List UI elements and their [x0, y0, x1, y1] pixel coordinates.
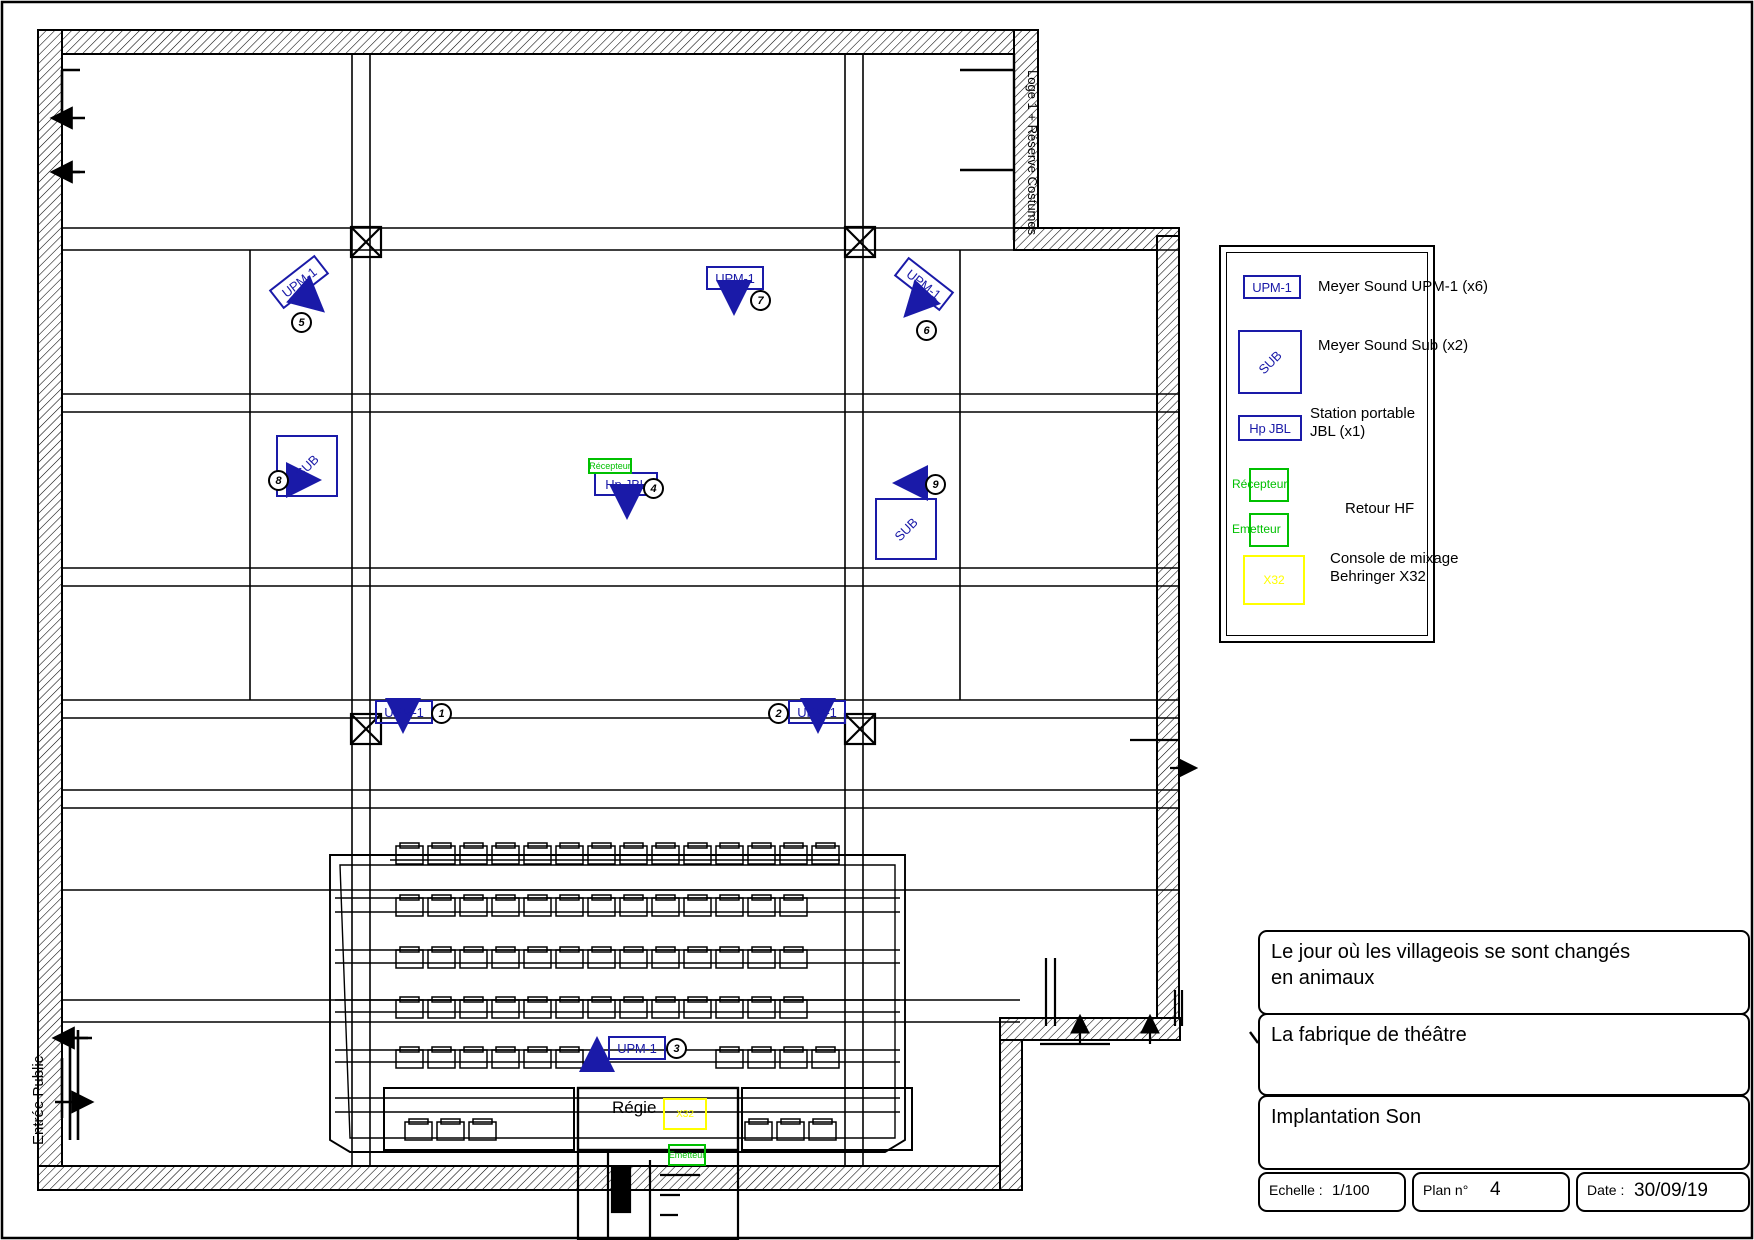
marker-label: X32 — [676, 1108, 694, 1120]
marker-hf-transmitter[interactable]: Emetteur — [668, 1144, 706, 1166]
plan-value: 4 — [1490, 1179, 1501, 1200]
marker-number-upm-center-upper: 7 — [750, 290, 771, 311]
marker-label: Hp JBL — [605, 476, 647, 492]
marker-label: UPM-1 — [617, 1040, 657, 1056]
legend-symbol-label: Hp JBL — [1249, 420, 1291, 436]
legend-symbol-label: X32 — [1263, 573, 1285, 587]
drawing-title-text: Implantation Son — [1271, 1106, 1422, 1128]
legend-symbol-sub: SUB — [1238, 330, 1302, 394]
seat-row-1 — [395, 842, 840, 865]
marker-hf-receiver[interactable]: Récepteur — [588, 458, 632, 474]
marker-console-x32[interactable]: X32 — [663, 1098, 707, 1130]
backstage-openings — [960, 54, 1016, 240]
legend-label-sub: Meyer Sound Sub (x2) — [1318, 337, 1469, 354]
loge-reserve-label: Loge 1 + Réserve Costumes — [1025, 70, 1040, 236]
titleblock-company: La fabrique de théâtre — [1258, 1013, 1750, 1096]
marker-upm-house[interactable]: UPM-1 — [608, 1036, 666, 1060]
marker-sub-right[interactable]: SUB — [875, 498, 937, 560]
legend-symbol-label: UPM-1 — [1252, 279, 1292, 295]
marker-number-upm-right-upper: 6 — [916, 320, 937, 341]
titleblock-drawing-title: Implantation Son — [1258, 1095, 1750, 1170]
legend-symbol-label: SUB — [1255, 347, 1285, 377]
titleblock-scale: Echelle : 1/100 — [1258, 1172, 1406, 1212]
scale-value: 1/100 — [1332, 1182, 1370, 1199]
titleblock-production: Le jour où les villageois se sont changé… — [1258, 930, 1750, 1015]
building-walls — [37, 29, 1181, 1191]
legend-label-transmitter: Emetteur — [1232, 522, 1281, 536]
scale-label: Echelle : — [1269, 1182, 1323, 1198]
plan-label: Plan n° — [1423, 1182, 1469, 1198]
marker-label: UPM-1 — [797, 704, 837, 720]
titleblock-date: Date : 30/09/19 — [1576, 1172, 1750, 1212]
marker-number-sub-left: 8 — [268, 470, 289, 491]
marker-label: Récepteur — [589, 461, 631, 471]
marker-number-sub-right: 9 — [925, 474, 946, 495]
legend-label-retour-hf: Retour HF — [1345, 500, 1415, 517]
legend-label-upm: Meyer Sound UPM-1 (x6) — [1318, 278, 1489, 295]
seat-row-6 — [404, 1118, 837, 1141]
marker-label: UPM-1 — [384, 704, 424, 720]
date-label: Date : — [1587, 1182, 1625, 1198]
legend-label-jbl: Station portable JBL (x1) — [1310, 405, 1416, 440]
production-title-text: Le jour où les villageois se sont changé… — [1271, 941, 1631, 990]
marker-number-upm-left-upper: 5 — [291, 312, 312, 333]
company-name-text: La fabrique de théâtre — [1271, 1024, 1467, 1046]
marker-label: SUB — [891, 514, 921, 544]
regie-booth — [576, 1086, 740, 1240]
marker-upm-right-mid[interactable]: UPM-1 — [788, 700, 846, 724]
legend-label-x32: Console de mixage Behringer X32 — [1330, 550, 1459, 585]
marker-number-upm-house: 3 — [666, 1038, 687, 1059]
marker-number-hp-jbl: 4 — [643, 478, 664, 499]
marker-label: Emetteur — [668, 1150, 706, 1160]
marker-number-upm-left-mid: 1 — [431, 703, 452, 724]
marker-number-upm-right-mid: 2 — [768, 703, 789, 724]
marker-label: SUB — [292, 451, 322, 481]
regie-label: Régie — [612, 1098, 657, 1117]
entree-public-label: Entrée Public — [30, 1055, 47, 1145]
drawing-sheet: UPM-1 5 UPM-1 7 UPM-1 6 SUB 8 SUB 9 Hp J… — [0, 0, 1754, 1240]
legend-label-receiver: Récepteur — [1232, 477, 1288, 491]
marker-label: UPM-1 — [715, 270, 755, 286]
titleblock-plan-number: Plan n° 4 — [1412, 1172, 1570, 1212]
date-value: 30/09/19 — [1634, 1180, 1708, 1201]
legend-symbol-jbl: Hp JBL — [1238, 415, 1302, 441]
marker-upm-left-mid[interactable]: UPM-1 — [375, 700, 433, 724]
titleblock-tick — [1249, 1031, 1259, 1044]
speaker-direction-arrows — [286, 275, 941, 1072]
marker-upm-center-upper[interactable]: UPM-1 — [706, 266, 764, 290]
legend-symbol-upm: UPM-1 — [1243, 275, 1301, 299]
legend-symbol-x32: X32 — [1243, 555, 1305, 605]
